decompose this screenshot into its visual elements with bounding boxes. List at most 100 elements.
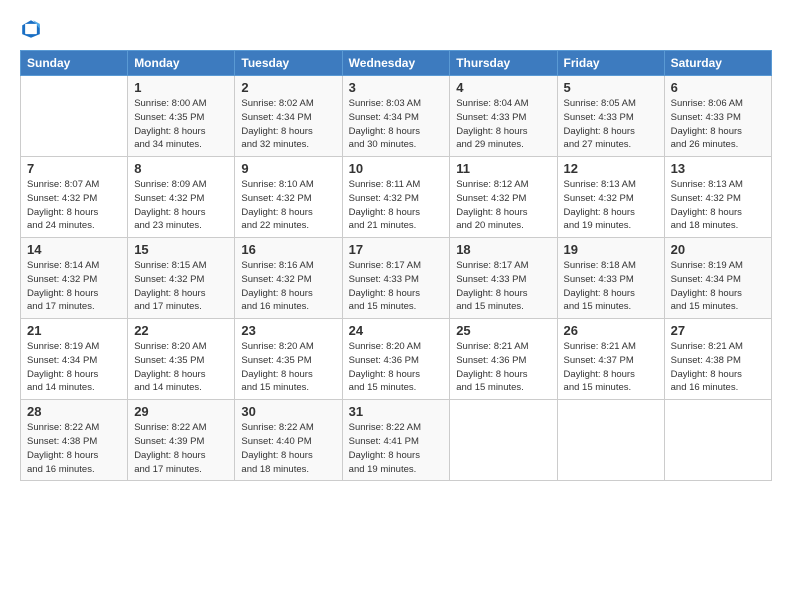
day-info: Sunrise: 8:10 AMSunset: 4:32 PMDaylight:…	[241, 178, 335, 233]
weekday-header-wednesday: Wednesday	[342, 51, 450, 76]
day-info: Sunrise: 8:22 AMSunset: 4:40 PMDaylight:…	[241, 421, 335, 476]
day-info: Sunrise: 8:09 AMSunset: 4:32 PMDaylight:…	[134, 178, 228, 233]
day-info: Sunrise: 8:12 AMSunset: 4:32 PMDaylight:…	[456, 178, 550, 233]
day-number: 20	[671, 242, 765, 257]
day-number: 17	[349, 242, 444, 257]
day-number: 13	[671, 161, 765, 176]
page: SundayMondayTuesdayWednesdayThursdayFrid…	[0, 0, 792, 612]
day-info: Sunrise: 8:13 AMSunset: 4:32 PMDaylight:…	[671, 178, 765, 233]
logo-icon	[20, 18, 42, 40]
day-number: 18	[456, 242, 550, 257]
day-number: 31	[349, 404, 444, 419]
day-number: 23	[241, 323, 335, 338]
day-info: Sunrise: 8:22 AMSunset: 4:41 PMDaylight:…	[349, 421, 444, 476]
day-number: 15	[134, 242, 228, 257]
calendar-cell: 26 Sunrise: 8:21 AMSunset: 4:37 PMDayligh…	[557, 319, 664, 400]
day-info: Sunrise: 8:02 AMSunset: 4:34 PMDaylight:…	[241, 97, 335, 152]
calendar-cell: 20 Sunrise: 8:19 AMSunset: 4:34 PMDayligh…	[664, 238, 771, 319]
day-number: 7	[27, 161, 121, 176]
day-info: Sunrise: 8:19 AMSunset: 4:34 PMDaylight:…	[27, 340, 121, 395]
weekday-header-saturday: Saturday	[664, 51, 771, 76]
calendar-cell: 16 Sunrise: 8:16 AMSunset: 4:32 PMDayligh…	[235, 238, 342, 319]
day-number: 25	[456, 323, 550, 338]
calendar-cell: 21 Sunrise: 8:19 AMSunset: 4:34 PMDayligh…	[21, 319, 128, 400]
day-number: 10	[349, 161, 444, 176]
day-number: 24	[349, 323, 444, 338]
day-info: Sunrise: 8:20 AMSunset: 4:35 PMDaylight:…	[134, 340, 228, 395]
week-row-5: 28Sunrise: 8:22 AMSunset: 4:38 PMDayligh…	[21, 400, 772, 481]
day-number: 16	[241, 242, 335, 257]
weekday-header-row: SundayMondayTuesdayWednesdayThursdayFrid…	[21, 51, 772, 76]
calendar-cell: 5 Sunrise: 8:05 AMSunset: 4:33 PMDaylight…	[557, 76, 664, 157]
header	[20, 18, 772, 40]
day-info: Sunrise: 8:05 AMSunset: 4:33 PMDaylight:…	[564, 97, 658, 152]
day-number: 21	[27, 323, 121, 338]
day-number: 26	[564, 323, 658, 338]
day-info: Sunrise: 8:21 AMSunset: 4:37 PMDaylight:…	[564, 340, 658, 395]
day-info: Sunrise: 8:04 AMSunset: 4:33 PMDaylight:…	[456, 97, 550, 152]
calendar-cell: 6 Sunrise: 8:06 AMSunset: 4:33 PMDaylight…	[664, 76, 771, 157]
day-number: 3	[349, 80, 444, 95]
day-info: Sunrise: 8:00 AMSunset: 4:35 PMDaylight:…	[134, 97, 228, 152]
week-row-1: 1 Sunrise: 8:00 AMSunset: 4:35 PMDaylight…	[21, 76, 772, 157]
day-info: Sunrise: 8:03 AMSunset: 4:34 PMDaylight:…	[349, 97, 444, 152]
calendar-cell	[450, 400, 557, 481]
day-info: Sunrise: 8:06 AMSunset: 4:33 PMDaylight:…	[671, 97, 765, 152]
calendar-cell: 13 Sunrise: 8:13 AMSunset: 4:32 PMDayligh…	[664, 157, 771, 238]
day-info: Sunrise: 8:07 AMSunset: 4:32 PMDaylight:…	[27, 178, 121, 233]
day-number: 6	[671, 80, 765, 95]
day-info: Sunrise: 8:15 AMSunset: 4:32 PMDaylight:…	[134, 259, 228, 314]
calendar-cell: 2 Sunrise: 8:02 AMSunset: 4:34 PMDaylight…	[235, 76, 342, 157]
day-info: Sunrise: 8:19 AMSunset: 4:34 PMDaylight:…	[671, 259, 765, 314]
day-info: Sunrise: 8:21 AMSunset: 4:38 PMDaylight:…	[671, 340, 765, 395]
calendar-cell	[664, 400, 771, 481]
day-number: 4	[456, 80, 550, 95]
day-info: Sunrise: 8:17 AMSunset: 4:33 PMDaylight:…	[456, 259, 550, 314]
week-row-3: 14 Sunrise: 8:14 AMSunset: 4:32 PMDayligh…	[21, 238, 772, 319]
calendar-cell	[557, 400, 664, 481]
day-number: 19	[564, 242, 658, 257]
calendar-cell: 15 Sunrise: 8:15 AMSunset: 4:32 PMDayligh…	[128, 238, 235, 319]
day-number: 30	[241, 404, 335, 419]
day-number: 5	[564, 80, 658, 95]
week-row-4: 21 Sunrise: 8:19 AMSunset: 4:34 PMDayligh…	[21, 319, 772, 400]
calendar-cell: 7 Sunrise: 8:07 AMSunset: 4:32 PMDaylight…	[21, 157, 128, 238]
weekday-header-friday: Friday	[557, 51, 664, 76]
day-info: Sunrise: 8:14 AMSunset: 4:32 PMDaylight:…	[27, 259, 121, 314]
day-info: Sunrise: 8:21 AMSunset: 4:36 PMDaylight:…	[456, 340, 550, 395]
calendar-cell: 8 Sunrise: 8:09 AMSunset: 4:32 PMDaylight…	[128, 157, 235, 238]
logo	[20, 18, 44, 40]
day-number: 11	[456, 161, 550, 176]
calendar-cell: 18 Sunrise: 8:17 AMSunset: 4:33 PMDayligh…	[450, 238, 557, 319]
day-number: 12	[564, 161, 658, 176]
calendar-cell: 22Sunrise: 8:20 AMSunset: 4:35 PMDayligh…	[128, 319, 235, 400]
calendar-cell: 25 Sunrise: 8:21 AMSunset: 4:36 PMDayligh…	[450, 319, 557, 400]
weekday-header-tuesday: Tuesday	[235, 51, 342, 76]
calendar-cell: 28Sunrise: 8:22 AMSunset: 4:38 PMDayligh…	[21, 400, 128, 481]
calendar-cell: 9 Sunrise: 8:10 AMSunset: 4:32 PMDaylight…	[235, 157, 342, 238]
day-info: Sunrise: 8:16 AMSunset: 4:32 PMDaylight:…	[241, 259, 335, 314]
calendar-cell: 29Sunrise: 8:22 AMSunset: 4:39 PMDayligh…	[128, 400, 235, 481]
day-number: 14	[27, 242, 121, 257]
day-info: Sunrise: 8:18 AMSunset: 4:33 PMDaylight:…	[564, 259, 658, 314]
calendar-cell	[21, 76, 128, 157]
calendar-cell: 3 Sunrise: 8:03 AMSunset: 4:34 PMDaylight…	[342, 76, 450, 157]
day-number: 9	[241, 161, 335, 176]
calendar-cell: 24 Sunrise: 8:20 AMSunset: 4:36 PMDayligh…	[342, 319, 450, 400]
day-number: 2	[241, 80, 335, 95]
day-info: Sunrise: 8:20 AMSunset: 4:36 PMDaylight:…	[349, 340, 444, 395]
weekday-header-monday: Monday	[128, 51, 235, 76]
calendar-cell: 12 Sunrise: 8:13 AMSunset: 4:32 PMDayligh…	[557, 157, 664, 238]
day-number: 1	[134, 80, 228, 95]
calendar-cell: 14 Sunrise: 8:14 AMSunset: 4:32 PMDayligh…	[21, 238, 128, 319]
calendar-cell: 27Sunrise: 8:21 AMSunset: 4:38 PMDayligh…	[664, 319, 771, 400]
day-info: Sunrise: 8:20 AMSunset: 4:35 PMDaylight:…	[241, 340, 335, 395]
calendar-cell: 17 Sunrise: 8:17 AMSunset: 4:33 PMDayligh…	[342, 238, 450, 319]
day-info: Sunrise: 8:17 AMSunset: 4:33 PMDaylight:…	[349, 259, 444, 314]
calendar: SundayMondayTuesdayWednesdayThursdayFrid…	[20, 50, 772, 481]
day-info: Sunrise: 8:13 AMSunset: 4:32 PMDaylight:…	[564, 178, 658, 233]
calendar-cell: 11 Sunrise: 8:12 AMSunset: 4:32 PMDayligh…	[450, 157, 557, 238]
day-info: Sunrise: 8:22 AMSunset: 4:38 PMDaylight:…	[27, 421, 121, 476]
day-number: 8	[134, 161, 228, 176]
calendar-cell: 31 Sunrise: 8:22 AMSunset: 4:41 PMDayligh…	[342, 400, 450, 481]
